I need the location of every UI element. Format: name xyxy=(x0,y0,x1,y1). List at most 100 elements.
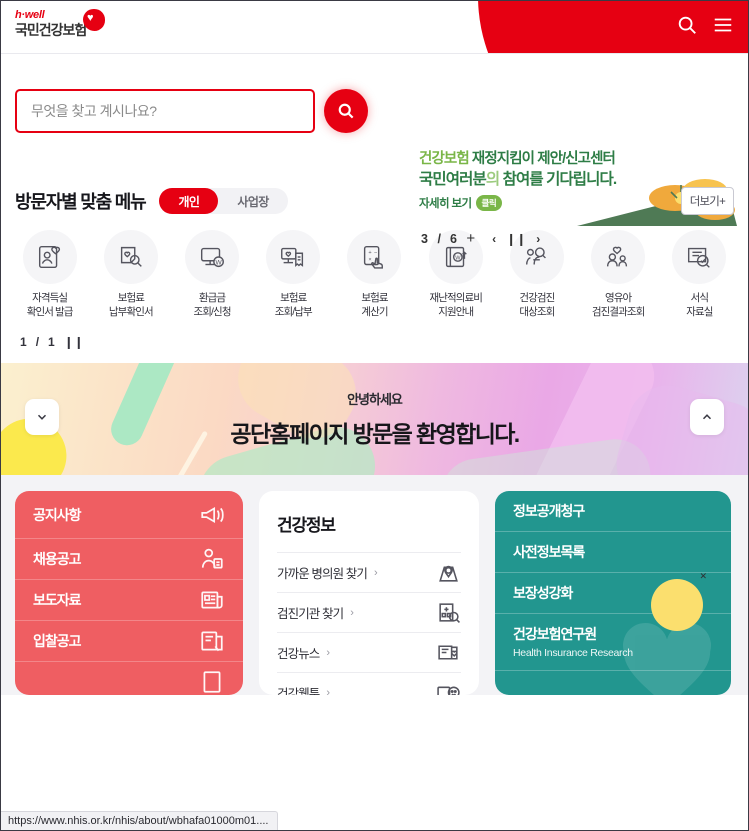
person-badge-icon xyxy=(201,548,223,569)
chevron-up-icon xyxy=(702,414,712,420)
promo-pause-button[interactable]: ❙❙ xyxy=(506,232,526,246)
close-icon[interactable]: ✕ xyxy=(699,571,707,582)
promo-line-1: 건강보험 재정지킴이 제안/신고센터 xyxy=(419,150,737,169)
notice-item-2[interactable]: 보도자료 xyxy=(15,580,243,621)
promo-line2-part1: 국민여러분 xyxy=(419,171,487,188)
quick-menu-label-6: 건강검진 대상조회 xyxy=(519,292,555,318)
promo-next-button[interactable]: › xyxy=(536,232,540,246)
svg-text:W: W xyxy=(216,260,223,267)
grid-total-index: 1 xyxy=(48,335,55,349)
welcome-greeting: 안녕하세요 xyxy=(347,392,403,407)
monitor-won-icon: W xyxy=(185,230,240,284)
more-button[interactable]: 더보기+ xyxy=(680,187,734,215)
map-pin-icon xyxy=(439,565,458,582)
notice-item-4[interactable] xyxy=(15,662,243,695)
svg-text:W: W xyxy=(455,255,461,261)
welcome-prev-button[interactable] xyxy=(25,399,59,435)
welcome-next-button[interactable] xyxy=(690,399,724,435)
health-info-title: 건강정보 xyxy=(277,516,336,535)
tab-business[interactable]: 사업장 xyxy=(218,188,287,214)
health-row-1[interactable]: 검진기관 찾기 › xyxy=(277,592,461,632)
quick-menu-item-2[interactable]: W 환급금 조회/신청 xyxy=(171,230,252,319)
quick-menu-item-3[interactable]: 보험료 조회/납부 xyxy=(253,230,334,319)
cards-section: 공지사항 채용공고 보도자료 입찰공고 건강정보 가까운 병의원 찾기 › 검진… xyxy=(1,475,748,695)
search-and-promo-row: 건강보험 재정지킴이 제안/신고센터 국민여러분의 참여를 기다립니다. 자세히… xyxy=(1,54,748,247)
quick-menu-item-7[interactable]: 영유아 검진결과조회 xyxy=(578,230,659,319)
info-item-1[interactable]: 사전정보목록 xyxy=(495,532,731,573)
info-label-2: 보장성강화 xyxy=(513,585,573,601)
quick-menu-item-0[interactable]: 자격득실 확인서 발급 xyxy=(9,230,90,319)
info-item-0[interactable]: 정보공개청구 xyxy=(495,491,731,532)
monitor-receipt-icon xyxy=(266,230,321,284)
notice-label-1: 채용공고 xyxy=(33,551,82,567)
search-icon[interactable] xyxy=(676,14,698,36)
promo-bubble[interactable] xyxy=(651,579,703,631)
chevron-right-icon: › xyxy=(373,566,378,579)
welcome-text-block: 안녕하세요 공단홈페이지 방문을 환영합니다. xyxy=(1,363,748,475)
heart-icon xyxy=(83,9,105,31)
search-submit-button[interactable] xyxy=(324,89,368,133)
notice-card: 공지사항 채용공고 보도자료 입찰공고 xyxy=(15,491,243,695)
promo-total-index: 6 xyxy=(449,231,458,246)
grid-index-separator: / xyxy=(35,335,40,349)
site-logo[interactable]: h·well 국민건강보험 xyxy=(15,9,105,38)
promo-line2-part2: 의 xyxy=(485,171,503,188)
grid-pause-button[interactable]: ❙❙ xyxy=(64,335,84,349)
quick-menu-item-1[interactable]: 보험료 납부확인서 xyxy=(90,230,171,319)
quick-menu-label-0: 자격득실 확인서 발급 xyxy=(26,292,74,318)
health-label-0: 가까운 병의원 찾기 › xyxy=(277,566,378,582)
promo-line1-part2: 재정지킴이 제안/신고센터 xyxy=(471,151,616,167)
grid-current-index: 1 xyxy=(20,335,27,349)
page-root: h·well 국민건강보험 ♥ 무엇을 찾고 계시나요? 건강보험 재정지킴이 … xyxy=(0,0,749,831)
welcome-message: 공단홈페이지 방문을 환영합니다. xyxy=(230,421,520,447)
promo-line1-part1: 건강보험 xyxy=(419,151,472,167)
info-label-1: 사전정보목록 xyxy=(513,544,585,560)
page-title: 방문자별 맞춤 메뉴 xyxy=(15,192,147,212)
notice-label-0: 공지사항 xyxy=(33,506,82,523)
notice-item-3[interactable]: 입찰공고 xyxy=(15,621,243,662)
news-heart-icon xyxy=(438,645,458,660)
search-input[interactable] xyxy=(31,103,299,119)
chevron-right-icon: › xyxy=(326,686,330,696)
health-row-2[interactable]: 건강뉴스 › xyxy=(277,632,461,672)
hamburger-menu-icon[interactable] xyxy=(712,14,734,36)
svg-text:−: − xyxy=(374,250,377,256)
promo-current-index: 3 xyxy=(421,231,429,246)
promo-index-separator: / xyxy=(437,231,441,246)
custom-menu-header: 방문자별 맞춤 메뉴 개인 사업장 더보기+ xyxy=(1,187,748,215)
info-disclosure-card: 정보공개청구 사전정보목록 보장성강화 건강보험연구원 Health Insur… xyxy=(495,491,731,695)
notice-item-1[interactable]: 채용공고 xyxy=(15,539,243,580)
header-actions xyxy=(676,14,734,36)
megaphone-icon xyxy=(201,506,224,523)
calculator-hand-icon: + − × xyxy=(347,230,402,284)
chevron-right-icon: › xyxy=(350,606,354,619)
site-header: h·well 국민건강보험 xyxy=(1,1,748,54)
promo-expand-button[interactable]: + xyxy=(466,230,475,247)
health-row-0[interactable]: 가까운 병의원 찾기 › xyxy=(277,552,461,592)
quick-menu-label-1: 보험료 납부확인서 xyxy=(108,292,154,318)
chevron-right-icon: › xyxy=(326,646,330,659)
health-label-3: 건강웹툰 › xyxy=(277,683,330,696)
notice-label-2: 보도자료 xyxy=(33,592,82,608)
quick-menu-label-5: 재난적의료비 지원안내 xyxy=(429,292,482,318)
svg-text:+: + xyxy=(369,250,372,256)
newspaper-icon xyxy=(201,591,223,609)
bid-document-icon xyxy=(201,631,223,652)
health-row-3[interactable]: 건강웹툰 › xyxy=(277,672,461,695)
quick-menu-item-4[interactable]: + − × 보험료 계산기 xyxy=(334,230,415,319)
notice-item-0[interactable]: 공지사항 xyxy=(15,491,243,539)
document-search-heart-icon xyxy=(103,230,158,284)
welcome-banner: 안녕하세요 공단홈페이지 방문을 환영합니다. xyxy=(1,363,748,475)
promo-prev-button[interactable]: ‹ xyxy=(492,232,496,246)
browser-status-bar: https://www.nhis.or.kr/nhis/about/wbhafa… xyxy=(1,811,279,830)
tab-personal[interactable]: 개인 xyxy=(159,188,219,214)
search-box[interactable] xyxy=(15,89,315,133)
quick-menu-label-3: 보험료 조회/납부 xyxy=(274,292,313,318)
quick-menu-item-8[interactable]: 서식 자료실 xyxy=(659,230,740,319)
quick-menu-label-4: 보험료 계산기 xyxy=(361,292,388,318)
visitor-type-toggle: 개인 사업장 xyxy=(159,188,288,214)
promo-pagination: 3 / 6 + ‹ ❙❙ › xyxy=(421,230,540,247)
quick-menu-label-2: 환급금 조회/신청 xyxy=(193,292,232,318)
health-info-card: 건강정보 가까운 병의원 찾기 › 검진기관 찾기 › 건강뉴스 › 건강웹툰 … xyxy=(259,491,479,695)
document-icon xyxy=(203,671,221,693)
